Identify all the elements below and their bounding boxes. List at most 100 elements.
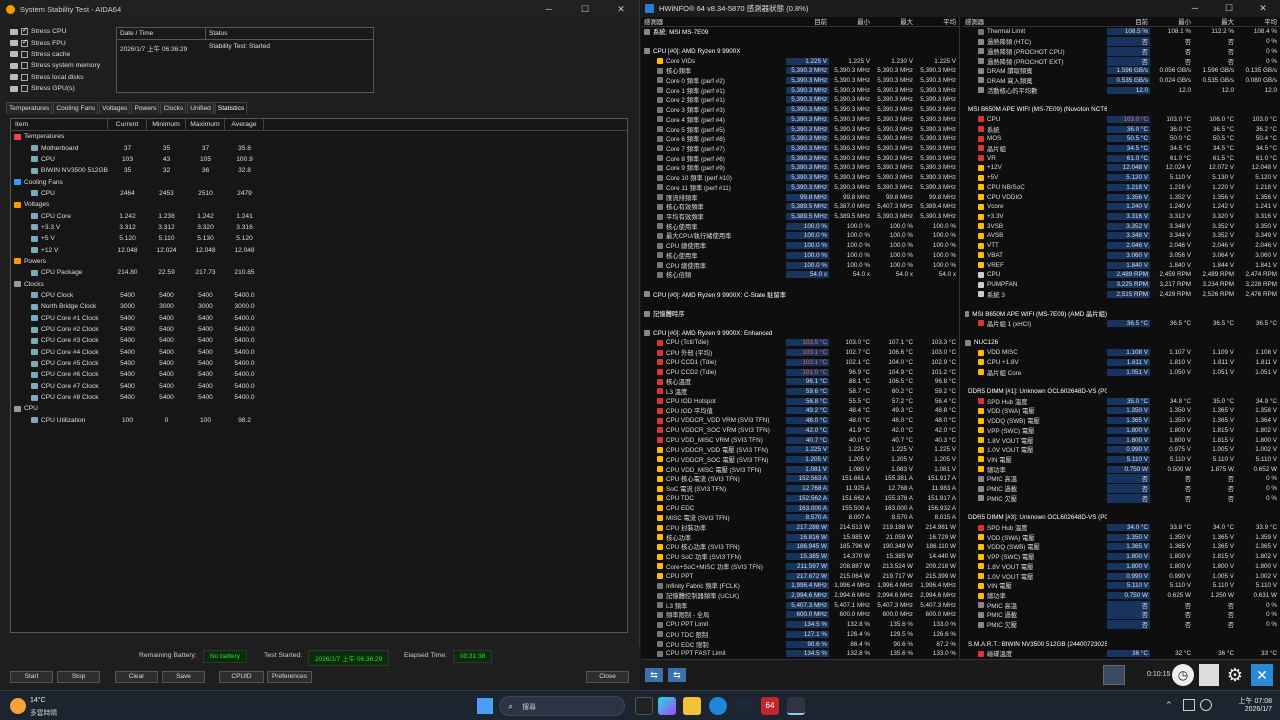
sensor-row[interactable]: Core+SoC+MISC 功率 (SVI3 TFN) 211.597 W 208.… xyxy=(641,562,959,572)
stress-checkbox[interactable] xyxy=(21,73,28,81)
hw-maximize-button[interactable]: ☐ xyxy=(1212,3,1246,14)
hw-close-button[interactable]: ✕ xyxy=(1246,3,1280,14)
sensor-section[interactable]: NUC126 xyxy=(962,338,1280,348)
sensor-row[interactable]: CPU CCD1 (Tdie) 103.1 °C 102.1 °C 104.0 °C 1… xyxy=(641,357,959,367)
pane-col-header[interactable]: 最大 xyxy=(872,17,915,26)
sensor-row[interactable]: 活動核心的平均數 12.0 12.0 12.0 12.0 xyxy=(962,85,1280,95)
sensor-row[interactable]: Vcore 1.240 V 1.240 V 1.242 V 1.241 V xyxy=(962,202,1280,212)
sensor-row[interactable]: CPU PPT Limit 134.5 % 132.8 % 135.6 % 133.0 … xyxy=(641,620,959,630)
sensor-row[interactable]: VDD MISC 1.108 V 1.107 V 1.109 V 1.108 V xyxy=(962,348,1280,358)
sensor-row[interactable]: VTT 2.046 V 2.046 V 2.046 V 2.046 V xyxy=(962,241,1280,251)
sensor-row[interactable]: PUMPFAN 3,225 RPM 3,217 RPM 3,234 RPM 3,228 … xyxy=(962,280,1280,290)
sensor-row[interactable]: +12V 12.048 V 12.024 V 12.072 V 12.048 V xyxy=(962,163,1280,173)
steam-icon[interactable] xyxy=(735,697,753,715)
sensor-row[interactable] xyxy=(641,280,959,290)
grid-col-current[interactable]: Current xyxy=(108,119,147,130)
sensor-row[interactable]: 最大CPU/執行緒使用率 100.0 % 100.0 % 100.0 % 100.0 % xyxy=(641,231,959,241)
tab-voltages[interactable]: Voltages xyxy=(99,102,131,114)
grid-col-maximum[interactable]: Maximum xyxy=(186,119,225,130)
sensor-row[interactable]: CPU VDD_MISC 電壓 (SVI3 TFN) 1.081 V 1.080 V… xyxy=(641,464,959,474)
grid-row[interactable]: Powers xyxy=(11,256,627,267)
sensor-row[interactable]: Infinity Fabric 頻率 (FCLK) 1,996.4 MHz 1,99… xyxy=(641,581,959,591)
preferences-button[interactable]: Preferences xyxy=(267,671,312,683)
clock-icon[interactable]: ◷ xyxy=(1172,664,1194,686)
stress-checkbox[interactable] xyxy=(21,50,28,58)
grid-row[interactable]: CPU xyxy=(11,403,627,414)
sensor-row[interactable]: 頻率限制 - 全局 600.0 MHz 600.0 MHz 600.0 MHz 600.… xyxy=(641,610,959,620)
cpuid-button[interactable]: CPUID xyxy=(219,671,264,683)
sensor-row[interactable]: VDDQ (SWB) 電壓 1.365 V 1.350 V 1.365 V 1.364 … xyxy=(962,416,1280,426)
sensor-row[interactable]: VIN 電壓 5.110 V 5.110 V 5.110 V 5.110 V xyxy=(962,455,1280,465)
sensor-section[interactable]: CPU [#0]: AMD Ryzen 9 9900X: Enhanced xyxy=(641,328,959,338)
sensor-row[interactable]: 總功率 0.750 W 0.625 W 1.250 W 0.631 W xyxy=(962,591,1280,601)
sensor-row[interactable]: CPU SoC 功率 (SVI3 TFN) 15.385 W 14.370 W 15.… xyxy=(641,552,959,562)
sensor-row[interactable]: CPU EDC 限制 90.6 % 86.4 % 90.6 % 87.2 % xyxy=(641,639,959,649)
sensor-section[interactable]: 記憶體時序 xyxy=(641,309,959,319)
sensor-row[interactable] xyxy=(641,299,959,309)
sensor-row[interactable] xyxy=(962,503,1280,513)
network-icon[interactable] xyxy=(1103,665,1125,685)
hw-minimize-button[interactable]: ─ xyxy=(1178,3,1212,14)
clock-date[interactable]: 2026/1/7 xyxy=(1222,706,1272,713)
sensor-row[interactable]: CPU NB/SoC 1.218 V 1.216 V 1.220 V 1.218 V xyxy=(962,183,1280,193)
sensor-row[interactable]: CPU CCD2 (Tdie) 101.0 °C 96.9 °C 104.9 °C 10… xyxy=(641,367,959,377)
sensor-row[interactable]: CPU 核心電流 (SVI3 TFN) 152.563 A 151.661 A 155… xyxy=(641,474,959,484)
nav-back-icon[interactable]: ⇆ xyxy=(645,668,663,682)
tab-cooling-fans[interactable]: Cooling Fans xyxy=(53,102,99,114)
sensor-row[interactable]: MISC 電流 (SVI3 TFN) 8.570 A 8.007 A 8.570 A 8… xyxy=(641,513,959,523)
sensor-row[interactable] xyxy=(641,319,959,329)
sensor-row[interactable]: Core 11 頻率 (perf #11) 5,390.3 MHz 5,390.3 … xyxy=(641,183,959,193)
sensor-row[interactable]: 1.0V VOUT 電壓 0.990 V 0.990 V 1.005 V 1.002 V xyxy=(962,571,1280,581)
sensor-row[interactable]: CPU 總使用率 100.0 % 100.0 % 100.0 % 100.0 % xyxy=(641,260,959,270)
grid-row[interactable]: BIWIN NV3500 512GB 35 32 36 32.8 xyxy=(11,165,627,176)
sensor-row[interactable]: 1.0V VOUT 電壓 0.990 V 0.975 V 1.005 V 1.002 V xyxy=(962,445,1280,455)
task-view-icon[interactable] xyxy=(635,697,653,715)
sensor-row[interactable]: CPU 封裝功率 217.288 W 214.513 W 219.188 W 214.9… xyxy=(641,523,959,533)
sensor-section[interactable]: DDR5 DIMM [#3]: Unknown OCL602648D-VS (P… xyxy=(962,513,1280,523)
grid-row[interactable]: CPU Core #2 Clock 5400 5400 5400 5400.0 xyxy=(11,324,627,335)
copilot-icon[interactable] xyxy=(658,697,676,715)
pane-col-header[interactable]: 感測器 xyxy=(641,17,786,26)
sensor-row[interactable]: PMIC 過載 否 否 否 0 % xyxy=(962,610,1280,620)
save-button[interactable]: Save xyxy=(162,671,205,683)
grid-row[interactable]: CPU Core 1.242 1.238 1.242 1.241 xyxy=(11,210,627,221)
sensor-row[interactable] xyxy=(962,299,1280,309)
nav-forward-icon[interactable]: ⇆ xyxy=(668,668,686,682)
grid-row[interactable]: CPU Core #1 Clock 5400 5400 5400 5400.0 xyxy=(11,313,627,324)
grid-row[interactable]: CPU Core #8 Clock 5400 5400 5400 5400.0 xyxy=(11,392,627,403)
grid-row[interactable]: +5 V 5.120 5.110 5.130 5.120 xyxy=(11,233,627,244)
sensor-row[interactable]: 核心頻率 5,390.3 MHz 5,390.3 MHz 5,390.3 MHz 5,3… xyxy=(641,66,959,76)
sensor-row[interactable]: PMIC 高溫 否 否 否 0 % xyxy=(962,474,1280,484)
grid-col-minimum[interactable]: Minimum xyxy=(147,119,186,130)
sensor-row[interactable]: VDD (SWA) 電壓 1.350 V 1.350 V 1.365 V 1.359 V xyxy=(962,532,1280,542)
sensor-row[interactable] xyxy=(962,377,1280,387)
sensor-section[interactable]: MSI B650M APE WIFI (MS-7E09) (Nuvoton NC… xyxy=(962,105,1280,115)
sensor-row[interactable]: Core 8 頻率 (perf #6) 5,390.3 MHz 5,390.3 MH… xyxy=(641,153,959,163)
grid-col-item[interactable]: Item xyxy=(11,119,108,130)
sensor-row[interactable]: PMIC 欠壓 否 否 否 0 % xyxy=(962,493,1280,504)
report-icon[interactable] xyxy=(1199,664,1219,686)
sensor-row[interactable]: 1.8V VOUT 電壓 1.800 V 1.800 V 1.815 V 1.800 V xyxy=(962,435,1280,445)
file-explorer-icon[interactable] xyxy=(683,697,701,715)
stress-option[interactable]: Stress local disks xyxy=(10,72,112,83)
sensor-row[interactable]: VREF 1.840 V 1.840 V 1.844 V 1.841 V xyxy=(962,260,1280,270)
grid-row[interactable]: CPU Core #6 Clock 5400 5400 5400 5400.0 xyxy=(11,369,627,380)
grid-row[interactable]: CPU 103 43 105 100.9 xyxy=(11,154,627,165)
stress-option[interactable]: Stress GPU(s) xyxy=(10,83,112,94)
taskbar-search[interactable]: ⌕ 搜尋 xyxy=(499,696,625,716)
grid-row[interactable]: CPU Core #5 Clock 5400 5400 5400 5400.0 xyxy=(11,358,627,369)
grid-row[interactable]: North Bridge Clock 3000 3000 3000 3000.0 xyxy=(11,301,627,312)
sensor-pane-left[interactable]: 感測器 目前 最小 最大 平均 系統: MSI MS-7E09 CPU [#0]: AMD … xyxy=(641,17,960,659)
network-tray-icon[interactable] xyxy=(1183,699,1195,711)
sensor-row[interactable]: Core 3 頻率 (perf #3) 5,390.3 MHz 5,390.3 MH… xyxy=(641,105,959,115)
sensor-section[interactable]: DDR5 DIMM [#1]: Unknown OCL602648D-VS (P… xyxy=(962,387,1280,397)
sensor-row[interactable]: 磁碟溫度 36 °C 32 °C 36 °C 33 °C xyxy=(962,649,1280,659)
sensor-row[interactable]: CPU 總使用率 100.0 % 100.0 % 100.0 % 100.0 % xyxy=(641,241,959,251)
sensor-row[interactable]: VIN 電壓 5.110 V 5.110 V 5.110 V 5.110 V xyxy=(962,581,1280,591)
sensor-row[interactable]: Core 2 頻率 (perf #1) 5,390.3 MHz 5,390.3 MH… xyxy=(641,95,959,105)
sensor-row[interactable]: 核心功率 16.816 W 15.985 W 21.059 W 16.729 W xyxy=(641,532,959,542)
pane-col-header[interactable]: 感測器 xyxy=(962,17,1107,26)
sensor-row[interactable]: SoC 電流 (SVI3 TFN) 12.768 A 11.925 A 12.768 … xyxy=(641,484,959,494)
sensor-row[interactable]: SPD Hub 溫度 34.0 °C 33.8 °C 34.0 °C 33.9 °C xyxy=(962,523,1280,533)
sensor-section[interactable]: S.M.A.R.T.: BIWIN NV3500 512GB (24400723… xyxy=(962,639,1280,649)
